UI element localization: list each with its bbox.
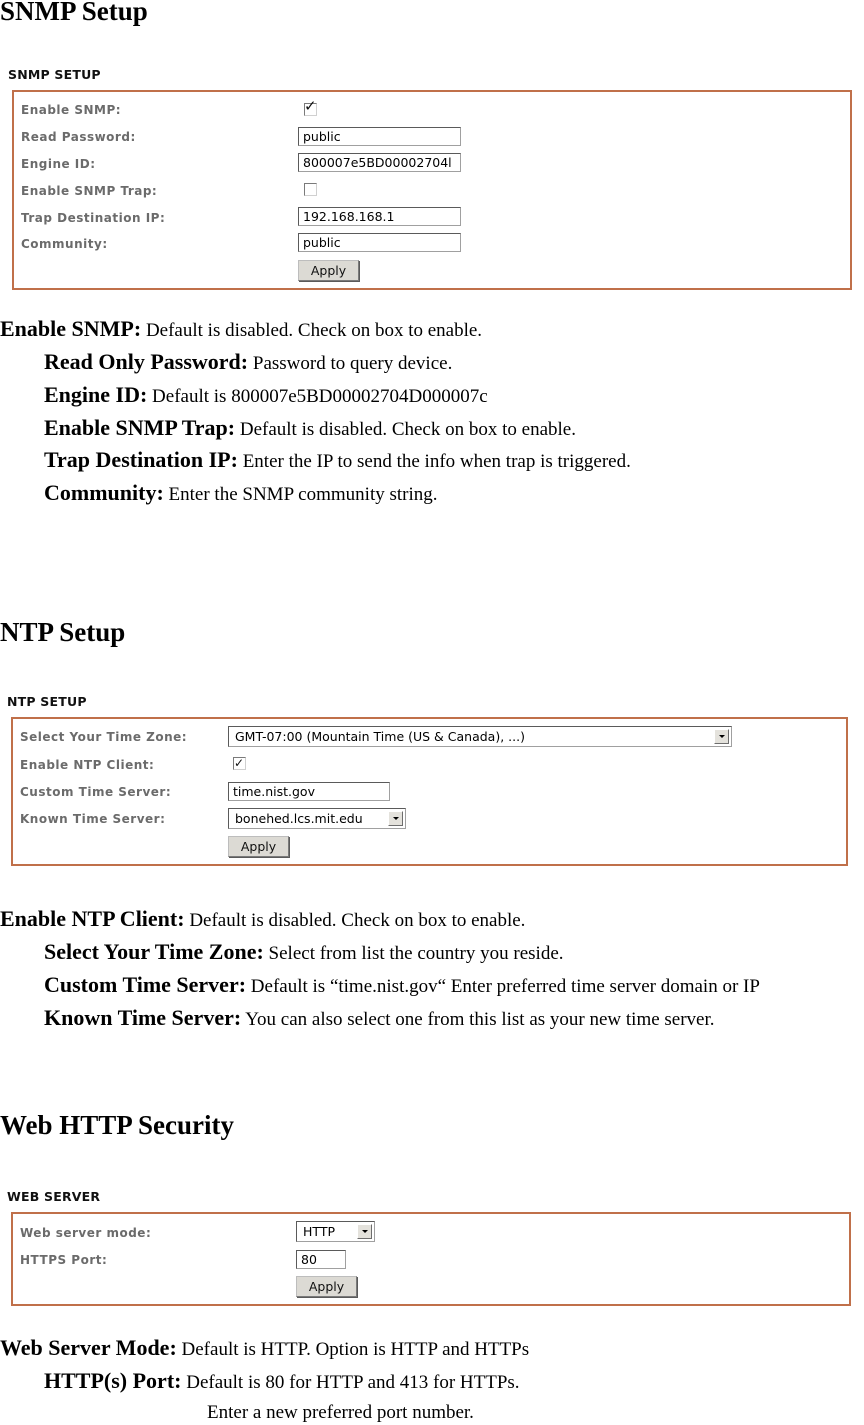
desc-text: Default is “time.nist.gov“ Enter preferr… <box>246 976 760 997</box>
trap-destination-ip-input[interactable]: 192.168.168.1 <box>298 207 461 226</box>
desc-term: Known Time Server: <box>44 1005 242 1030</box>
desc-term: Enable SNMP: <box>0 316 142 341</box>
web-desc-server-mode: Web Server Mode: Default is HTTP. Option… <box>0 1336 529 1362</box>
enable-ntp-client-checkbox[interactable]: ✓ <box>233 756 246 770</box>
desc-text: Default is disabled. Check on box to ena… <box>141 320 483 341</box>
ntp-desc-known-server: Known Time Server: You can also select o… <box>44 1006 715 1032</box>
known-time-server-selected-value: bonehed.lcs.mit.edu <box>235 811 363 826</box>
enable-snmp-trap-checkbox[interactable] <box>304 183 317 196</box>
ntp-apply-button[interactable]: Apply <box>228 836 289 857</box>
web-server-mode-selected-value: HTTP <box>303 1224 335 1239</box>
snmp-desc-community: Community: Enter the SNMP community stri… <box>44 481 438 507</box>
custom-time-server-input[interactable]: time.nist.gov <box>228 782 390 801</box>
snmp-section-title: SNMP Setup <box>0 0 148 26</box>
community-label: Community: <box>21 237 108 251</box>
web-server-mode-select[interactable]: HTTP <box>296 1221 375 1242</box>
community-input[interactable]: public <box>298 233 461 252</box>
desc-text: Enter the IP to send the info when trap … <box>237 451 631 472</box>
https-port-label: HTTPS Port: <box>20 1253 108 1267</box>
known-time-server-label: Known Time Server: <box>20 812 166 826</box>
snmp-desc-engine-id: Engine ID: Default is 800007e5BD00002704… <box>44 383 488 409</box>
desc-term: Enable NTP Client: <box>0 906 185 931</box>
ntp-desc-time-zone: Select Your Time Zone: Select from list … <box>44 940 564 966</box>
https-port-input[interactable]: 80 <box>296 1250 346 1269</box>
desc-term: Read Only Password: <box>44 349 249 374</box>
desc-text: You can also select one from this list a… <box>241 1009 715 1030</box>
enable-snmp-label: Enable SNMP: <box>21 103 122 117</box>
web-section-title: Web HTTP Security <box>0 1110 235 1140</box>
web-apply-button[interactable]: Apply <box>296 1276 357 1297</box>
desc-term: Engine ID: <box>44 382 148 407</box>
web-server-mode-label: Web server mode: <box>20 1226 152 1240</box>
web-panel-caption: WEB SERVER <box>7 1189 101 1204</box>
desc-text: Default is disabled. Check on box to ena… <box>184 910 526 931</box>
checkmark-icon: ✓ <box>234 756 245 770</box>
desc-term: Web Server Mode: <box>0 1335 177 1360</box>
desc-term: HTTP(s) Port: <box>44 1368 182 1393</box>
read-password-label: Read Password: <box>21 130 136 144</box>
ntp-panel-caption: NTP SETUP <box>7 694 87 709</box>
desc-text: Enter a new preferred port number. <box>207 1402 474 1423</box>
desc-term: Trap Destination IP: <box>44 447 238 472</box>
trap-destination-ip-label: Trap Destination IP: <box>21 211 166 225</box>
desc-text: Default is 80 for HTTP and 413 for HTTPs… <box>181 1372 520 1393</box>
desc-term: Custom Time Server: <box>44 972 247 997</box>
snmp-desc-trap-ip: Trap Destination IP: Enter the IP to sen… <box>44 448 631 474</box>
dropdown-arrow-icon[interactable] <box>357 1224 372 1239</box>
desc-text: Default is HTTP. Option is HTTP and HTTP… <box>176 1339 530 1360</box>
desc-text: Default is 800007e5BD00002704D000007c <box>147 386 488 407</box>
ntp-section-title: NTP Setup <box>0 617 126 647</box>
ntp-desc-enable-ntp: Enable NTP Client: Default is disabled. … <box>0 907 525 933</box>
desc-text: Default is disabled. Check on box to ena… <box>235 419 576 440</box>
ntp-desc-custom-server: Custom Time Server: Default is “time.nis… <box>44 973 760 999</box>
time-zone-select[interactable]: GMT-07:00 (Mountain Time (US & Canada), … <box>228 726 732 747</box>
enable-snmp-trap-label: Enable SNMP Trap: <box>21 184 158 198</box>
snmp-apply-button[interactable]: Apply <box>298 260 359 281</box>
desc-text: Password to query device. <box>248 353 453 374</box>
time-zone-selected-value: GMT-07:00 (Mountain Time (US & Canada), … <box>235 729 525 744</box>
engine-id-label: Engine ID: <box>21 157 96 171</box>
snmp-desc-enable-trap: Enable SNMP Trap: Default is disabled. C… <box>44 416 576 442</box>
dropdown-arrow-icon[interactable] <box>714 729 729 744</box>
custom-time-server-label: Custom Time Server: <box>20 785 172 799</box>
desc-term: Select Your Time Zone: <box>44 939 264 964</box>
dropdown-arrow-icon[interactable] <box>388 811 403 826</box>
desc-text: Enter the SNMP community string. <box>163 484 438 505</box>
read-password-input[interactable]: public <box>298 127 461 146</box>
desc-term: Community: <box>44 480 164 505</box>
enable-ntp-client-label: Enable NTP Client: <box>20 758 155 772</box>
snmp-desc-read-password: Read Only Password: Password to query de… <box>44 350 452 376</box>
snmp-desc-enable-snmp: Enable SNMP: Default is disabled. Check … <box>0 317 482 343</box>
web-desc-port: HTTP(s) Port: Default is 80 for HTTP and… <box>44 1369 520 1395</box>
checkmark-icon: ✓ <box>304 97 317 115</box>
desc-text: Select from list the country you reside. <box>263 943 564 964</box>
web-desc-port-continued: Enter a new preferred port number. <box>207 1401 474 1425</box>
snmp-panel-caption: SNMP SETUP <box>8 67 101 82</box>
enable-snmp-checkbox[interactable]: ✓ <box>304 98 317 116</box>
time-zone-label: Select Your Time Zone: <box>20 730 188 744</box>
known-time-server-select[interactable]: bonehed.lcs.mit.edu <box>228 808 406 829</box>
desc-term: Enable SNMP Trap: <box>44 415 236 440</box>
engine-id-input[interactable]: 800007e5BD00002704l <box>298 153 461 172</box>
